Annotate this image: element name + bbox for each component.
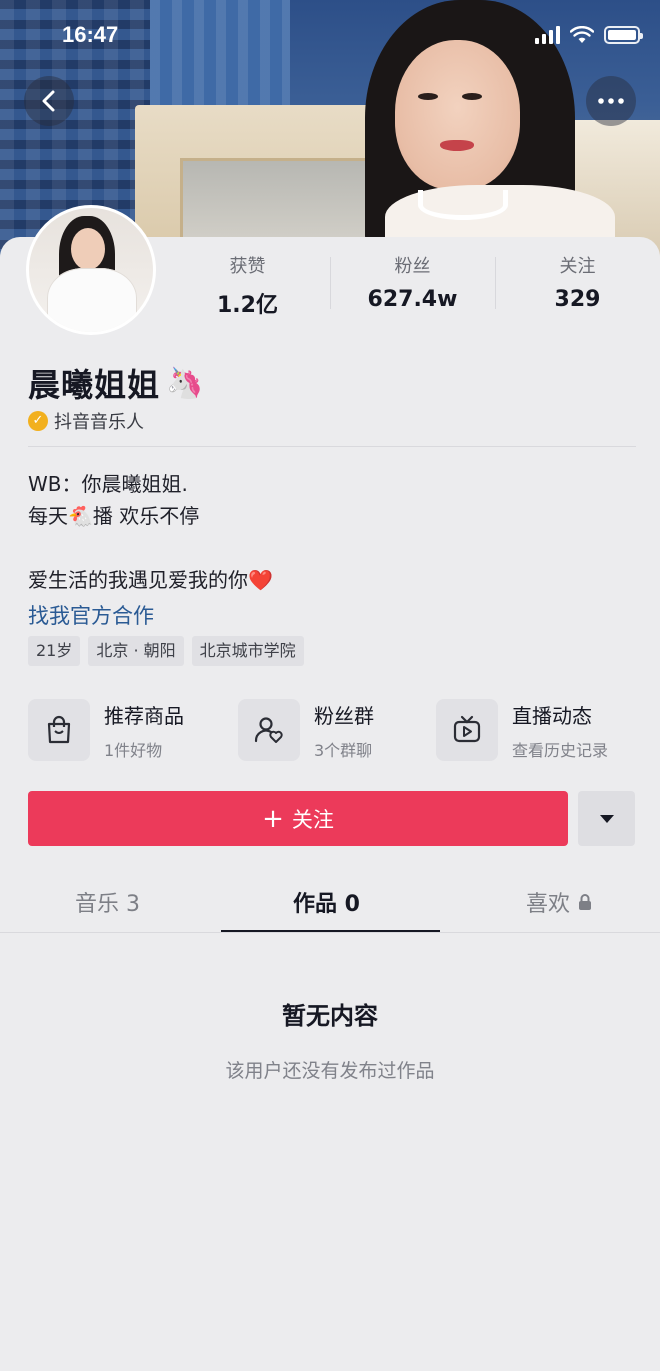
tag-age: 21岁 bbox=[28, 636, 81, 666]
cover-person-lips bbox=[440, 140, 474, 151]
tab-music[interactable]: 音乐 3 bbox=[75, 886, 140, 918]
tabs-divider bbox=[0, 932, 660, 933]
feature-subtitle: 1件好物 bbox=[104, 740, 163, 760]
fan-group-icon bbox=[238, 699, 300, 761]
feature-title: 直播动态 bbox=[512, 703, 592, 728]
status-icons bbox=[535, 26, 643, 44]
avatar[interactable] bbox=[26, 205, 156, 335]
profile-tags: 21岁 北京 · 朝阳 北京城市学院 bbox=[28, 636, 304, 666]
profile-stats: 获赞 1.2亿 粉丝 627.4w 关注 329 bbox=[165, 255, 660, 318]
chevron-left-icon bbox=[42, 90, 55, 112]
cover-person-eye bbox=[418, 93, 438, 100]
profile-features: 推荐商品 1件好物 粉丝群 3个群聊 直播动态 查看历史记录 bbox=[28, 698, 648, 762]
caret-down-icon bbox=[599, 814, 614, 823]
stat-followers[interactable]: 粉丝 627.4w bbox=[330, 255, 495, 315]
profile-name: 晨曦姐姐 bbox=[28, 366, 161, 404]
profile-bio: WB：你晨曦姐姐. 每天🐔播 欢乐不停 爱生活的我遇见爱我的你❤️ bbox=[28, 468, 273, 596]
follow-label: 关注 bbox=[291, 807, 334, 832]
plus-icon: + bbox=[262, 803, 284, 834]
follow-button[interactable]: + 关注 bbox=[28, 791, 568, 846]
tag-school: 北京城市学院 bbox=[191, 636, 304, 666]
live-tv-icon bbox=[436, 699, 498, 761]
feature-live-history[interactable]: 直播动态 查看历史记录 bbox=[436, 698, 608, 762]
check-badge-icon: ✓ bbox=[28, 411, 48, 431]
stat-label: 关注 bbox=[559, 256, 596, 277]
recommend-dropdown-button[interactable] bbox=[578, 791, 635, 846]
divider bbox=[28, 446, 636, 447]
profile-name-row: 晨曦姐姐 🦄 bbox=[28, 360, 203, 406]
tag-location: 北京 · 朝阳 bbox=[88, 636, 184, 666]
cover-person-eye bbox=[462, 93, 482, 100]
feature-subtitle: 查看历史记录 bbox=[512, 740, 609, 760]
more-options-button[interactable] bbox=[586, 76, 636, 126]
cover-building-2 bbox=[150, 0, 290, 120]
status-time: 16:47 bbox=[62, 22, 119, 47]
bio-line: WB：你晨曦姐姐. bbox=[28, 472, 188, 496]
back-button[interactable] bbox=[24, 76, 74, 126]
bio-line: 每天🐔播 欢乐不停 bbox=[28, 504, 200, 528]
stat-label: 获赞 bbox=[229, 256, 266, 277]
battery-icon bbox=[604, 26, 643, 44]
cover-person-face bbox=[395, 40, 520, 190]
stat-label: 粉丝 bbox=[394, 256, 431, 277]
stat-value: 329 bbox=[554, 287, 601, 312]
stat-value: 627.4w bbox=[367, 287, 458, 312]
stat-value: 1.2亿 bbox=[217, 293, 278, 318]
feature-subtitle: 3个群聊 bbox=[314, 740, 373, 760]
verification-label: 抖音音乐人 bbox=[54, 412, 144, 433]
feature-fan-group[interactable]: 粉丝群 3个群聊 bbox=[238, 698, 374, 762]
verification-row: ✓ 抖音音乐人 bbox=[28, 408, 144, 434]
bio-line: 爱生活的我遇见爱我的你❤️ bbox=[28, 568, 273, 592]
feature-title: 粉丝群 bbox=[314, 703, 374, 728]
stat-following[interactable]: 关注 329 bbox=[495, 255, 660, 315]
empty-state-title: 暂无内容 bbox=[282, 1002, 378, 1030]
empty-state-subtitle: 该用户还没有发布过作品 bbox=[225, 1060, 435, 1082]
feature-recommended-products[interactable]: 推荐商品 1件好物 bbox=[28, 698, 184, 762]
stat-likes[interactable]: 获赞 1.2亿 bbox=[165, 255, 330, 318]
wifi-icon bbox=[570, 26, 594, 43]
more-dots-icon bbox=[598, 98, 624, 104]
tab-likes-label: 喜欢 bbox=[526, 892, 571, 917]
tab-likes[interactable]: 喜欢 bbox=[526, 886, 592, 918]
unicorn-emoji: 🦄 bbox=[166, 365, 204, 401]
shopping-bag-icon bbox=[28, 699, 90, 761]
cover-person-collar bbox=[418, 190, 508, 220]
lock-icon bbox=[579, 894, 592, 910]
feature-title: 推荐商品 bbox=[104, 703, 184, 728]
cellular-signal-icon bbox=[535, 26, 560, 44]
content-tabs: 音乐 3 作品 0 喜欢 bbox=[0, 870, 660, 934]
business-cooperation-link[interactable]: 找我官方合作 bbox=[28, 600, 154, 630]
tab-works[interactable]: 作品 0 bbox=[293, 886, 360, 918]
